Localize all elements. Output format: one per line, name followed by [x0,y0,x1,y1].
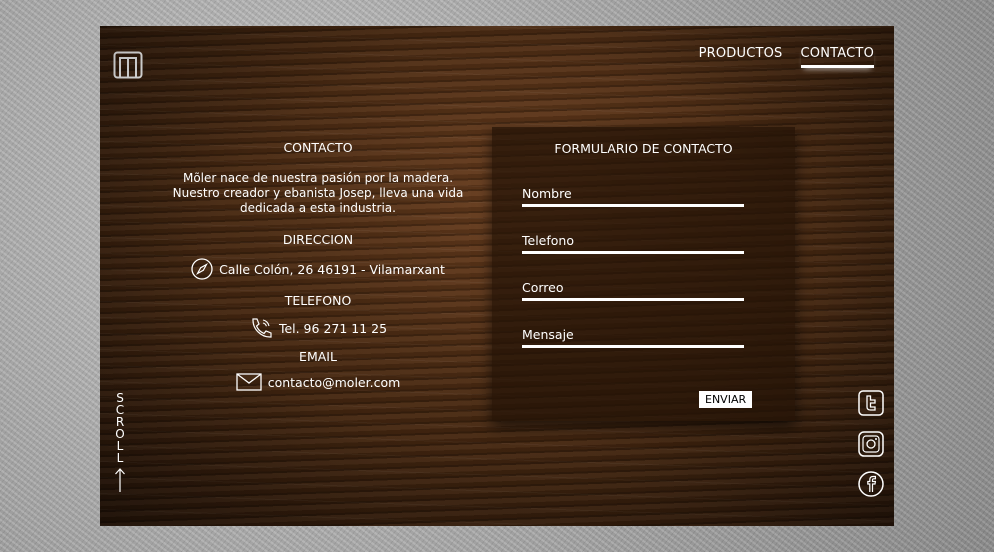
phone-row: Tel. 96 271 11 25 [170,317,466,339]
name-field-label: Nombre [522,186,572,201]
form-title: FORMULARIO DE CONTACTO [554,141,733,156]
email-heading: EMAIL [299,349,337,364]
email-row: contacto@moler.com [170,373,466,391]
name-field[interactable]: Nombre [522,186,744,207]
twitter-icon[interactable] [858,390,884,416]
contact-heading: CONTACTO [283,140,353,155]
email-link[interactable]: contacto@moler.com [268,375,401,390]
intro-line: dedicada a esta industria. [240,201,396,215]
contact-form: FORMULARIO DE CONTACTO Nombre Telefono C… [492,127,795,421]
instagram-icon[interactable] [858,431,884,457]
intro-text: Mõler nace de nuestra pasión por la made… [170,171,466,216]
envelope-icon [236,373,262,391]
nav-productos[interactable]: PRODUCTOS [699,46,783,68]
address-text: Calle Colón, 26 46191 - Vilamarxant [219,261,445,277]
email-field[interactable]: Correo [522,280,744,301]
intro-line: Mõler nace de nuestra pasión por la made… [182,171,454,185]
address-row: Calle Colón, 26 46191 - Vilamarxant [170,258,466,280]
scroll-indicator[interactable]: S C R O L L [114,392,126,495]
main-nav: PRODUCTOS CONTACTO [699,46,874,68]
moler-logo[interactable] [113,51,143,79]
phone-field-underline [522,251,744,254]
phone-heading: TELEFONO [284,293,352,308]
message-field[interactable]: Mensaje [522,327,744,348]
phone-icon [252,318,272,338]
email-field-label: Correo [522,280,564,295]
message-field-underline [522,345,744,348]
message-field-label: Mensaje [522,327,574,342]
email-field-underline [522,298,744,301]
nav-contacto[interactable]: CONTACTO [800,46,874,68]
intro-line: Nuestro creador y ebanista Josep, lleva … [172,186,464,200]
phone-field-label: Telefono [522,233,574,248]
contact-info: CONTACTO Mõler nace de nuestra pasión po… [170,138,466,391]
compass-icon [191,258,213,280]
send-button[interactable]: ENVIAR [699,391,753,408]
scroll-letter: L [116,451,124,465]
arrow-up-icon [115,468,125,492]
name-field-underline [522,204,744,207]
phone-field[interactable]: Telefono [522,233,744,254]
phone-text: Tel. 96 271 11 25 [278,320,388,336]
page-frame: PRODUCTOS CONTACTO CONTACTO Mõler nace d… [100,26,894,526]
facebook-icon[interactable] [858,471,884,497]
address-heading: DIRECCION [282,232,354,247]
